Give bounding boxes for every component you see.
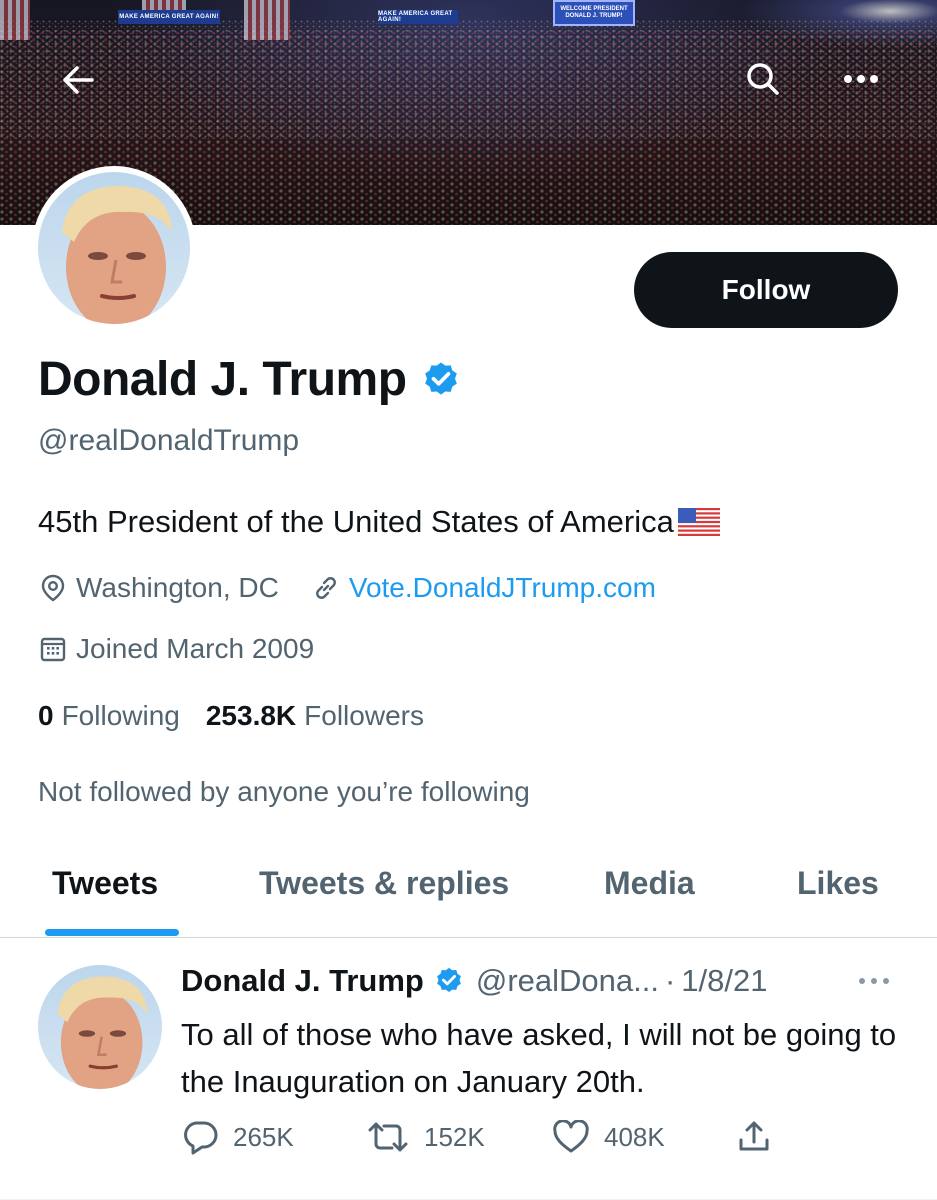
flag-decoration	[244, 0, 290, 40]
tab-tweets[interactable]: Tweets	[52, 865, 158, 902]
profile-meta-row: Joined March 2009	[38, 633, 314, 665]
like-button[interactable]: 408K	[552, 1120, 737, 1154]
profile-handle: @realDonaldTrump	[38, 424, 300, 457]
followers-count: 253.8K	[205, 700, 297, 731]
search-icon	[747, 63, 779, 95]
location-text: Washington, DC	[76, 572, 279, 603]
following-stat[interactable]: 0 Following	[38, 700, 180, 732]
profile-avatar[interactable]	[32, 166, 196, 330]
reply-button[interactable]: 265K	[181, 1119, 366, 1155]
profile-tabs: Tweets Tweets & replies Media Likes	[0, 840, 937, 938]
tweet-item[interactable]: Donald J. Trump @realDona... · 1/8/21 To…	[0, 939, 937, 1200]
retweet-count: 152K	[424, 1121, 485, 1152]
tweet-more-button[interactable]	[858, 973, 890, 991]
tab-media[interactable]: Media	[604, 865, 695, 902]
location-item: Washington, DC	[38, 572, 279, 604]
us-flag-icon	[677, 508, 720, 536]
search-button[interactable]	[740, 56, 786, 102]
portrait-image	[62, 186, 172, 324]
tweet-author-name[interactable]: Donald J. Trump	[181, 963, 424, 999]
tab-tweets-replies[interactable]: Tweets & replies	[259, 865, 509, 902]
tab-likes[interactable]: Likes	[797, 865, 879, 902]
not-followed-text: Not followed by anyone you’re following	[38, 776, 530, 807]
arrow-left-icon	[63, 66, 94, 94]
tweet-separator: ·	[664, 963, 676, 998]
tweet-date[interactable]: 1/8/21	[681, 963, 767, 999]
flag-decoration	[0, 0, 30, 40]
website-link[interactable]: Vote.DonaldJTrump.com	[349, 572, 656, 604]
joined-item: Joined March 2009	[38, 633, 314, 665]
active-tab-indicator	[45, 929, 179, 936]
share-icon	[739, 1121, 769, 1151]
more-horizontal-icon	[844, 75, 878, 83]
following-count: 0	[38, 700, 54, 731]
verified-badge-icon	[424, 362, 457, 395]
banner-screen: WELCOME PRESIDENT DONALD J. TRUMP!	[553, 0, 635, 26]
tweet-author-handle: @realDona...	[475, 963, 659, 998]
portrait-image	[57, 976, 148, 1089]
profile-meta-row: Washington, DC Vote.DonaldJTrump.com	[38, 572, 656, 604]
location-pin-icon	[41, 574, 65, 602]
banner-sign: MAKE AMERICA GREAT AGAIN!	[378, 10, 458, 24]
back-button[interactable]	[55, 57, 101, 103]
calendar-icon	[40, 637, 66, 662]
link-icon	[315, 577, 336, 599]
tweet-text: To all of those who have asked, I will n…	[181, 1017, 897, 1099]
joined-text: Joined March 2009	[76, 633, 315, 664]
follow-button[interactable]: Follow	[634, 252, 898, 328]
like-count: 408K	[604, 1121, 665, 1152]
more-button[interactable]	[838, 56, 884, 102]
more-horizontal-icon	[859, 978, 889, 984]
display-name: Donald J. Trump	[38, 353, 407, 406]
followers-label: Followers	[304, 700, 424, 731]
bio-text: 45th President of the United States of A…	[38, 504, 674, 539]
retweet-button[interactable]: 152K	[366, 1121, 552, 1153]
website-item[interactable]: Vote.DonaldJTrump.com	[311, 572, 656, 604]
share-button[interactable]	[737, 1120, 785, 1154]
retweet-icon	[368, 1122, 408, 1152]
tweet-header: Donald J. Trump @realDona... · 1/8/21	[181, 963, 768, 999]
tweet-actions: 265K 152K 408K	[181, 1119, 785, 1155]
heart-icon	[553, 1120, 589, 1153]
profile-bio: 45th President of the United States of A…	[38, 504, 720, 540]
profile-stats: 0 Following 253.8K Followers	[38, 700, 424, 732]
avatar	[38, 172, 190, 324]
followers-stat[interactable]: 253.8K Followers	[206, 700, 424, 732]
profile-name-row: Donald J. Trump	[38, 352, 461, 407]
following-label: Following	[61, 700, 180, 731]
verified-badge-icon	[436, 967, 461, 992]
reply-icon	[184, 1121, 218, 1155]
banner-sign: MAKE AMERICA GREAT AGAIN!	[118, 10, 220, 24]
tweet-avatar[interactable]	[38, 965, 162, 1089]
reply-count: 265K	[233, 1121, 294, 1152]
